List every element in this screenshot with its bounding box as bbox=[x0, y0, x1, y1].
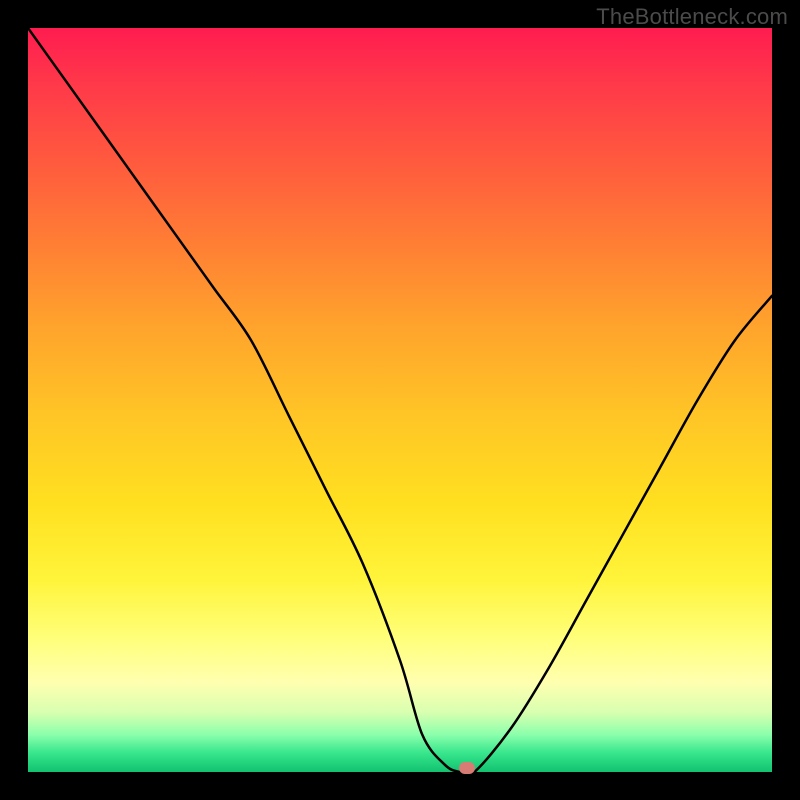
plot-background-gradient bbox=[28, 28, 772, 772]
optimal-point-marker bbox=[459, 762, 475, 774]
chart-frame: TheBottleneck.com bbox=[0, 0, 800, 800]
watermark-text: TheBottleneck.com bbox=[596, 4, 788, 30]
